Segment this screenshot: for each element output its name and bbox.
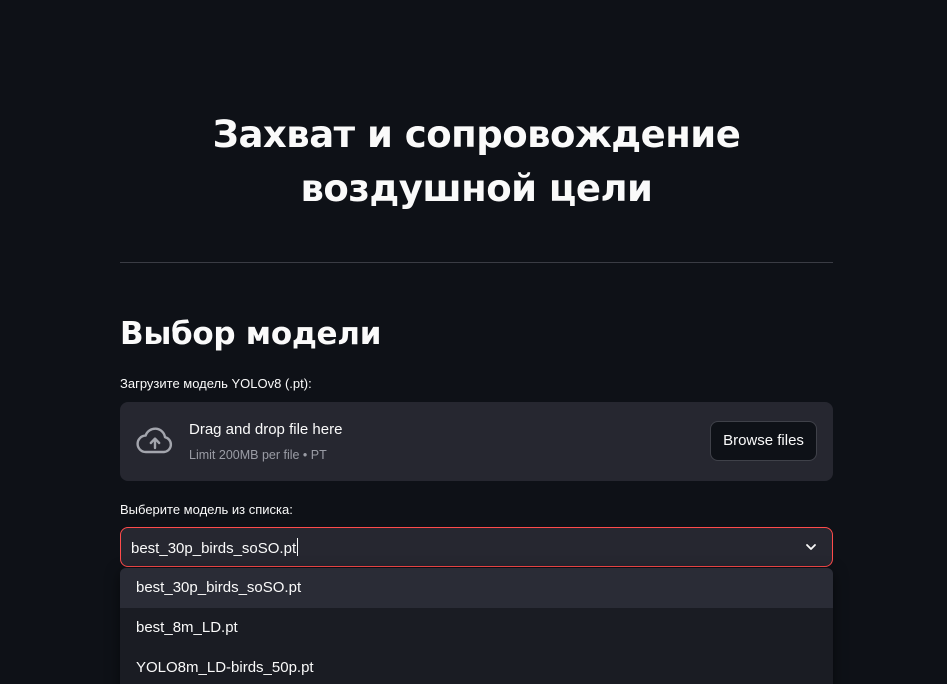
upload-limit-text: Limit 200MB per file • PT [189, 448, 327, 462]
section-divider [120, 262, 833, 263]
dropdown-option[interactable]: best_8m_LD.pt [120, 608, 833, 648]
cloud-upload-icon [136, 427, 173, 454]
model-select-value[interactable]: best_30p_birds_soSO.pt [131, 538, 299, 557]
model-select[interactable]: best_30p_birds_soSO.pt [120, 527, 833, 567]
dropdown-option[interactable]: YOLO8m_LD-birds_50p.pt [120, 648, 833, 684]
browse-files-button[interactable]: Browse files [710, 421, 817, 461]
page-title: Захват и сопровождение воздушной цели [120, 108, 833, 216]
section-title: Выбор модели [120, 316, 382, 352]
upload-label: Загрузите модель YOLOv8 (.pt): [120, 376, 312, 391]
model-dropdown-list: best_30p_birds_soSO.pt best_8m_LD.pt YOL… [120, 568, 833, 684]
app-page: Захват и сопровождение воздушной цели Вы… [0, 0, 947, 684]
text-cursor [297, 538, 299, 556]
page-title-line-2: воздушной цели [300, 167, 653, 210]
drop-instructions: Drag and drop file here [189, 421, 343, 438]
page-title-line-1: Захват и сопровождение [212, 113, 741, 156]
file-uploader-dropzone[interactable]: Drag and drop file here Limit 200MB per … [120, 402, 833, 481]
model-select-text: best_30p_birds_soSO.pt [131, 540, 297, 557]
chevron-down-icon[interactable] [804, 540, 818, 554]
select-label: Выберите модель из списка: [120, 502, 293, 517]
dropdown-option[interactable]: best_30p_birds_soSO.pt [120, 568, 833, 608]
